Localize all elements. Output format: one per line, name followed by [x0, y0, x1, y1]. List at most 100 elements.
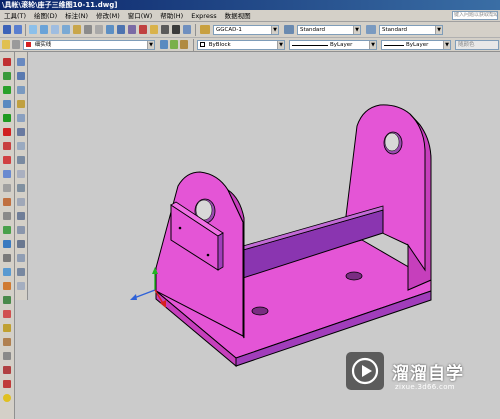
align-icon[interactable]	[3, 226, 11, 234]
union-icon[interactable]	[17, 240, 25, 248]
copy-icon[interactable]	[3, 352, 11, 360]
object-snap-icon[interactable]	[3, 58, 11, 66]
stop-icon[interactable]	[3, 128, 11, 136]
chevron-down-icon[interactable]: ▼	[271, 26, 278, 34]
measure-icon[interactable]	[3, 170, 11, 178]
menu-dimension[interactable]: 标注(N)	[61, 10, 92, 22]
orbit-icon[interactable]	[17, 72, 25, 80]
cylinder-icon[interactable]	[17, 156, 25, 164]
rotate-icon[interactable]	[3, 310, 11, 318]
menu-bar: 工具(T) 绘图(D) 标注(N) 修改(M) 窗口(W) 帮助(H) Expr…	[0, 10, 500, 22]
layer-color-swatch	[26, 42, 31, 47]
torus-icon[interactable]	[17, 170, 25, 178]
menu-help[interactable]: 帮助(H)	[156, 10, 187, 22]
smiley-icon[interactable]	[3, 394, 11, 402]
rectangle-icon[interactable]	[3, 72, 11, 80]
toolbar-separator	[193, 39, 194, 51]
chevron-down-icon[interactable]: ▼	[353, 26, 360, 34]
zoom-realtime-icon[interactable]	[40, 25, 48, 34]
zoom-out-icon[interactable]	[106, 25, 114, 34]
scale-icon[interactable]	[3, 296, 11, 304]
layer-select[interactable]: 细实线 ▼	[23, 40, 155, 50]
stretch-icon[interactable]	[3, 282, 11, 290]
redo-icon[interactable]	[14, 25, 22, 34]
zoom-all-icon[interactable]	[84, 25, 92, 34]
sheet-set-icon[interactable]	[150, 25, 158, 34]
cone-icon[interactable]	[17, 128, 25, 136]
left-toolbar-modify	[15, 52, 28, 300]
number-icon[interactable]	[3, 142, 11, 150]
menu-window[interactable]: 窗口(W)	[124, 10, 157, 22]
intersect-icon[interactable]	[17, 268, 25, 276]
section-icon[interactable]	[17, 226, 25, 234]
chevron-down-icon[interactable]: ▼	[277, 41, 284, 49]
table-icon[interactable]	[3, 156, 11, 164]
layer-state-icon[interactable]	[12, 40, 20, 49]
box-icon[interactable]	[17, 100, 25, 108]
markup-icon[interactable]	[161, 25, 169, 34]
layer-value: 细实线	[34, 42, 52, 48]
slice-icon[interactable]	[17, 212, 25, 220]
dim-style-value: Standard	[300, 27, 326, 33]
color-swatch	[200, 42, 205, 47]
extend-icon[interactable]	[3, 212, 11, 220]
chevron-down-icon[interactable]: ▼	[369, 41, 376, 49]
title-bar: \具帐\滚轮\座子三维图10-11.dwg]	[0, 0, 500, 10]
mirror-icon[interactable]	[3, 254, 11, 262]
lineweight-sample	[384, 45, 404, 46]
lineweight-select[interactable]: ByLayer ▼	[381, 40, 451, 50]
properties-icon[interactable]	[117, 25, 125, 34]
zoom-in-icon[interactable]	[95, 25, 103, 34]
help-icon[interactable]	[183, 25, 191, 34]
chevron-down-icon[interactable]: ▼	[435, 26, 442, 34]
table-style-select[interactable]: Standard ▼	[379, 25, 443, 35]
add-icon[interactable]	[3, 114, 11, 122]
chevron-down-icon[interactable]: ▼	[443, 41, 450, 49]
color-select[interactable]: ByBlock ▼	[197, 40, 285, 50]
wedge-icon[interactable]	[17, 114, 25, 122]
layer-previous-icon[interactable]	[170, 40, 178, 49]
explode-icon[interactable]	[3, 380, 11, 388]
design-center-icon[interactable]	[128, 25, 136, 34]
pan-icon[interactable]	[29, 25, 37, 34]
erase-icon[interactable]	[3, 366, 11, 374]
menu-data-view[interactable]: 数据视图	[221, 10, 255, 22]
move-icon[interactable]	[3, 324, 11, 332]
chevron-down-icon[interactable]: ▼	[147, 41, 154, 49]
menu-express[interactable]: Express	[187, 10, 220, 22]
zoom-previous-icon[interactable]	[62, 25, 70, 34]
tool-palettes-icon[interactable]	[139, 25, 147, 34]
check-icon[interactable]	[3, 86, 11, 94]
sphere-icon[interactable]	[17, 142, 25, 150]
help-search-input[interactable]: 键入问题以获取帮助	[452, 11, 498, 20]
dim-style-icon	[284, 25, 294, 34]
dim-style-select[interactable]: Standard ▼	[297, 25, 361, 35]
menu-tools[interactable]: 工具(T)	[0, 10, 30, 22]
offset-icon[interactable]	[3, 240, 11, 248]
zoom-extents-icon[interactable]	[73, 25, 81, 34]
layer-manager-icon[interactable]	[2, 40, 10, 49]
extrude-icon[interactable]	[17, 184, 25, 192]
menu-draw[interactable]: 绘图(D)	[30, 10, 61, 22]
watermark-url: zixue.3d66.com	[395, 383, 455, 391]
revolve-icon[interactable]	[17, 198, 25, 206]
text-icon[interactable]	[3, 100, 11, 108]
camera-icon[interactable]	[17, 86, 25, 94]
calculator-icon[interactable]	[172, 25, 180, 34]
linetype-select[interactable]: ByLayer ▼	[289, 40, 377, 50]
menu-modify[interactable]: 修改(M)	[92, 10, 124, 22]
plotstyle-select[interactable]: 随颜色	[455, 40, 499, 50]
array-icon[interactable]	[3, 268, 11, 276]
zoom-window-icon[interactable]	[51, 25, 59, 34]
view-icon[interactable]	[17, 58, 25, 66]
layer-isolate-icon[interactable]	[180, 40, 188, 49]
trim-icon[interactable]	[3, 198, 11, 206]
lock-icon[interactable]	[3, 338, 11, 346]
subtract-icon[interactable]	[17, 254, 25, 262]
make-current-layer-icon[interactable]	[160, 40, 168, 49]
text-style-icon	[200, 25, 210, 34]
break-icon[interactable]	[3, 184, 11, 192]
text-style-select[interactable]: GGCAD-1 ▼	[213, 25, 279, 35]
undo-icon[interactable]	[3, 25, 11, 34]
shell-icon[interactable]	[17, 282, 25, 290]
